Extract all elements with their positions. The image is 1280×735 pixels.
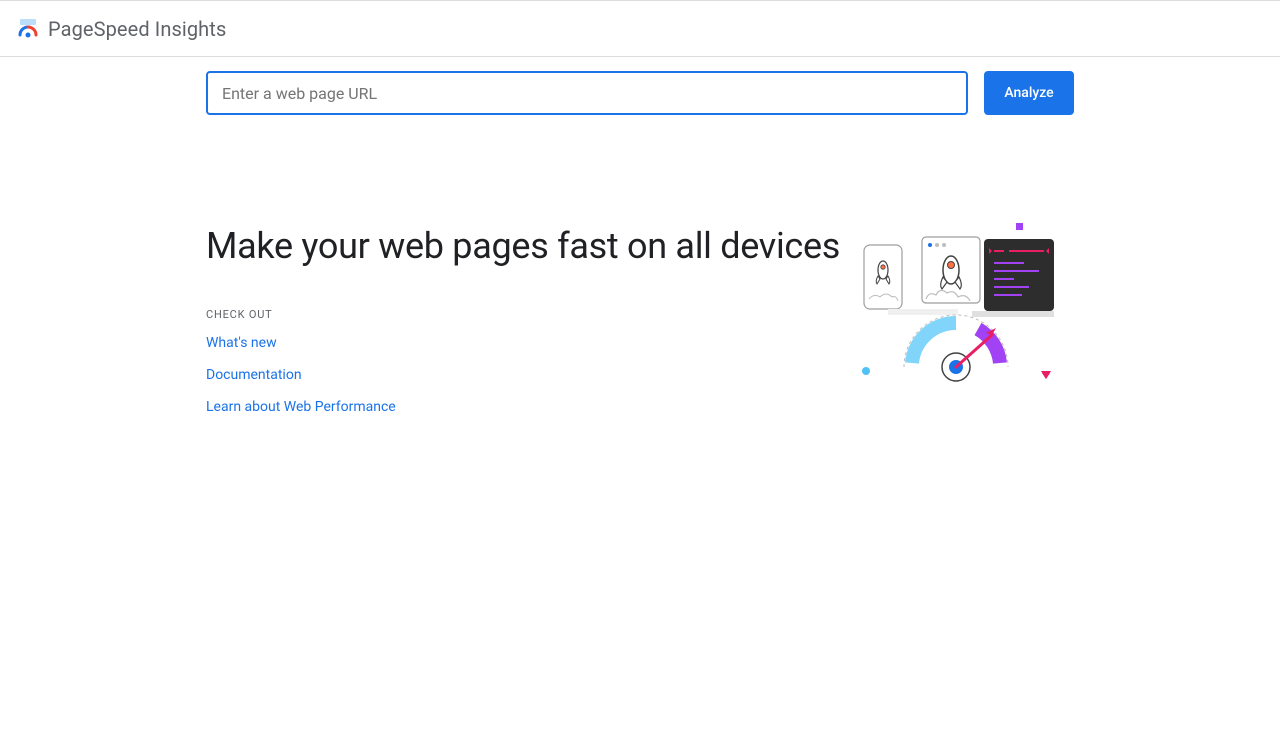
content: Make your web pages fast on all devices … <box>0 115 1280 415</box>
pagespeed-logo-icon <box>16 17 40 41</box>
checkout-label: CHECK OUT <box>206 308 854 321</box>
url-input[interactable] <box>206 71 968 115</box>
link-learn-web-performance[interactable]: Learn about Web Performance <box>206 399 854 415</box>
hero-illustration <box>854 215 1074 415</box>
link-whats-new[interactable]: What's new <box>206 335 854 351</box>
app-title: PageSpeed Insights <box>48 17 226 41</box>
analyze-button[interactable]: Analyze <box>984 71 1074 115</box>
header: PageSpeed Insights <box>0 1 1280 57</box>
link-documentation[interactable]: Documentation <box>206 367 854 383</box>
links-list: What's new Documentation Learn about Web… <box>206 335 854 415</box>
logo-wrap: PageSpeed Insights <box>16 17 226 41</box>
page-headline: Make your web pages fast on all devices <box>206 223 854 270</box>
search-section: Analyze <box>0 57 1280 115</box>
